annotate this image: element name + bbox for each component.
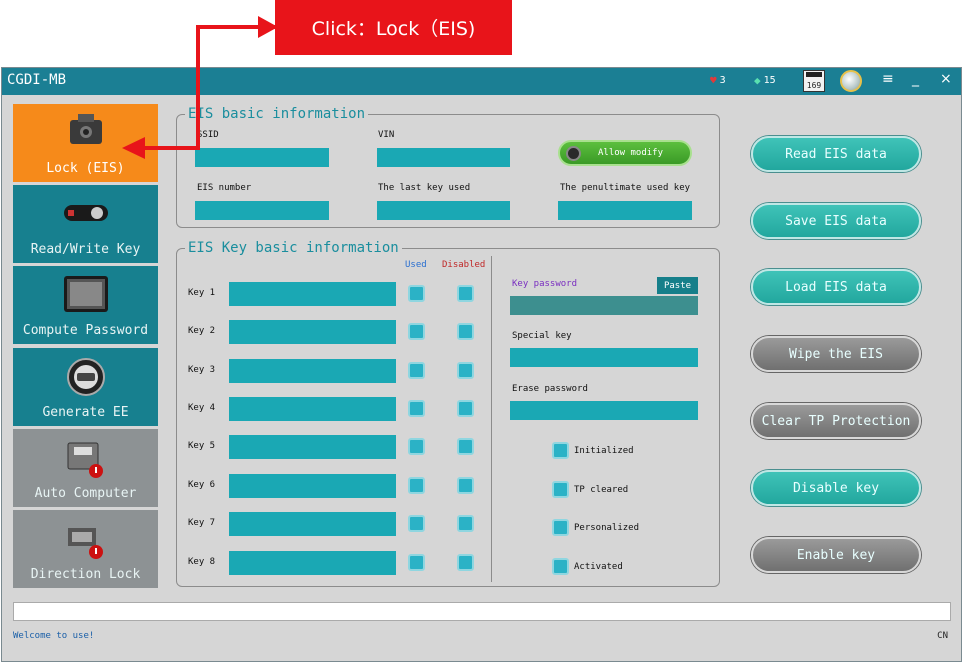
activated-label: Activated	[574, 562, 623, 572]
paste-button[interactable]: Paste	[657, 277, 698, 294]
activated-checkbox[interactable]	[552, 558, 569, 575]
disabled-checkbox[interactable]	[457, 362, 474, 379]
toggle-knob-icon	[566, 146, 581, 161]
used-checkbox[interactable]	[408, 285, 425, 302]
personalized-label: Personalized	[574, 523, 640, 533]
key-label: Key 6	[188, 480, 216, 490]
used-checkbox[interactable]	[408, 362, 425, 379]
key-field[interactable]	[229, 282, 396, 306]
save-eis-data-button[interactable]: Save EIS data	[751, 203, 921, 239]
nav-auto-computer[interactable]: Auto Computer	[13, 429, 158, 507]
hearts-counter: ♥ 3	[710, 74, 726, 87]
keypad-icon	[63, 276, 108, 316]
clear-tp-protection-button[interactable]: Clear TP Protection	[751, 403, 921, 439]
vin-label: VIN	[378, 130, 395, 140]
status-message: Welcome to use!	[13, 631, 95, 641]
used-checkbox[interactable]	[408, 400, 425, 417]
disable-key-button[interactable]: Disable key	[751, 470, 921, 506]
initialized-checkbox[interactable]	[552, 442, 569, 459]
eis-key-title: EIS Key basic information	[185, 240, 402, 256]
used-checkbox[interactable]	[408, 438, 425, 455]
enable-key-button[interactable]: Enable key	[751, 537, 921, 573]
used-checkbox[interactable]	[408, 554, 425, 571]
key-field[interactable]	[229, 551, 396, 575]
disabled-checkbox[interactable]	[457, 323, 474, 340]
key-password-field[interactable]	[510, 296, 698, 315]
special-key-label: Special key	[512, 331, 572, 341]
used-header: Used	[405, 260, 427, 270]
special-key-field[interactable]	[510, 348, 698, 367]
key-field[interactable]	[229, 474, 396, 498]
ecu-icon	[66, 439, 106, 483]
tp-cleared-label: TP cleared	[574, 485, 629, 495]
last-key-label: The last key used	[378, 183, 471, 193]
ssid-field[interactable]	[195, 148, 329, 167]
disabled-checkbox[interactable]	[457, 515, 474, 532]
eis-number-field[interactable]	[195, 201, 329, 220]
language-indicator[interactable]: CN	[937, 631, 948, 641]
calendar-icon[interactable]: 169	[803, 70, 825, 92]
steering-lock-icon	[66, 520, 106, 564]
menu-icon[interactable]: ≡	[882, 71, 894, 87]
initialized-label: Initialized	[574, 446, 634, 456]
key-field[interactable]	[229, 512, 396, 536]
minimize-button[interactable]: _	[912, 71, 919, 87]
key-label: Key 1	[188, 288, 216, 298]
nav-read-write-key[interactable]: Read/Write Key	[13, 185, 158, 263]
ssid-label: SSID	[197, 130, 219, 140]
used-checkbox[interactable]	[408, 515, 425, 532]
nav-compute-password[interactable]: Compute Password	[13, 266, 158, 344]
lock-chip-icon	[66, 114, 106, 152]
erase-password-label: Erase password	[512, 384, 588, 394]
load-eis-data-button[interactable]: Load EIS data	[751, 269, 921, 305]
diamonds-counter: ◆ 15	[754, 74, 776, 87]
penultimate-key-field[interactable]	[558, 201, 692, 220]
wipe-eis-button[interactable]: Wipe the EIS	[751, 336, 921, 372]
disabled-checkbox[interactable]	[457, 285, 474, 302]
disabled-checkbox[interactable]	[457, 554, 474, 571]
titlebar: CGDI-MB ♥ 3 ◆ 15 169 ≡ _ ×	[2, 68, 961, 95]
key-field[interactable]	[229, 320, 396, 344]
heart-icon: ♥	[710, 74, 717, 87]
key-label: Key 5	[188, 441, 216, 451]
key-divider	[491, 256, 492, 582]
car-key-icon	[63, 203, 108, 227]
tp-cleared-checkbox[interactable]	[552, 481, 569, 498]
key-password-label: Key password	[512, 279, 578, 289]
disabled-checkbox[interactable]	[457, 400, 474, 417]
disabled-checkbox[interactable]	[457, 438, 474, 455]
used-checkbox[interactable]	[408, 477, 425, 494]
app-title: CGDI-MB	[7, 72, 67, 88]
nav-generate-ee[interactable]: Generate EE	[13, 348, 158, 426]
app-window: CGDI-MB ♥ 3 ◆ 15 169 ≡ _ × Lock (EIS) Re…	[1, 67, 962, 662]
penultimate-key-label: The penultimate used key	[560, 183, 691, 193]
close-button[interactable]: ×	[940, 71, 952, 87]
eis-basic-title: EIS basic information	[185, 106, 369, 122]
disabled-header: Disabled	[442, 260, 486, 270]
erase-password-field[interactable]	[510, 401, 698, 420]
progress-bar	[13, 602, 951, 621]
personalized-checkbox[interactable]	[552, 519, 569, 536]
medal-icon[interactable]	[840, 70, 862, 92]
last-key-field[interactable]	[377, 201, 510, 220]
used-checkbox[interactable]	[408, 323, 425, 340]
eis-number-label: EIS number	[197, 183, 252, 193]
read-eis-data-button[interactable]: Read EIS data	[751, 136, 921, 172]
allow-modify-toggle[interactable]: Allow modify	[558, 140, 692, 166]
nav-lock-eis[interactable]: Lock (EIS)	[13, 104, 158, 182]
disabled-checkbox[interactable]	[457, 477, 474, 494]
key-field[interactable]	[229, 397, 396, 421]
key-label: Key 8	[188, 557, 216, 567]
key-label: Key 7	[188, 518, 216, 528]
diamond-icon: ◆	[754, 74, 761, 87]
key-label: Key 3	[188, 365, 216, 375]
key-label: Key 2	[188, 326, 216, 336]
nav-direction-lock[interactable]: Direction Lock	[13, 510, 158, 588]
key-field[interactable]	[229, 359, 396, 383]
dashboard-gauge-icon	[66, 358, 105, 400]
annotation-callout: Click：Lock（EIS)	[275, 0, 512, 55]
vin-field[interactable]	[377, 148, 510, 167]
key-field[interactable]	[229, 435, 396, 459]
key-label: Key 4	[188, 403, 216, 413]
